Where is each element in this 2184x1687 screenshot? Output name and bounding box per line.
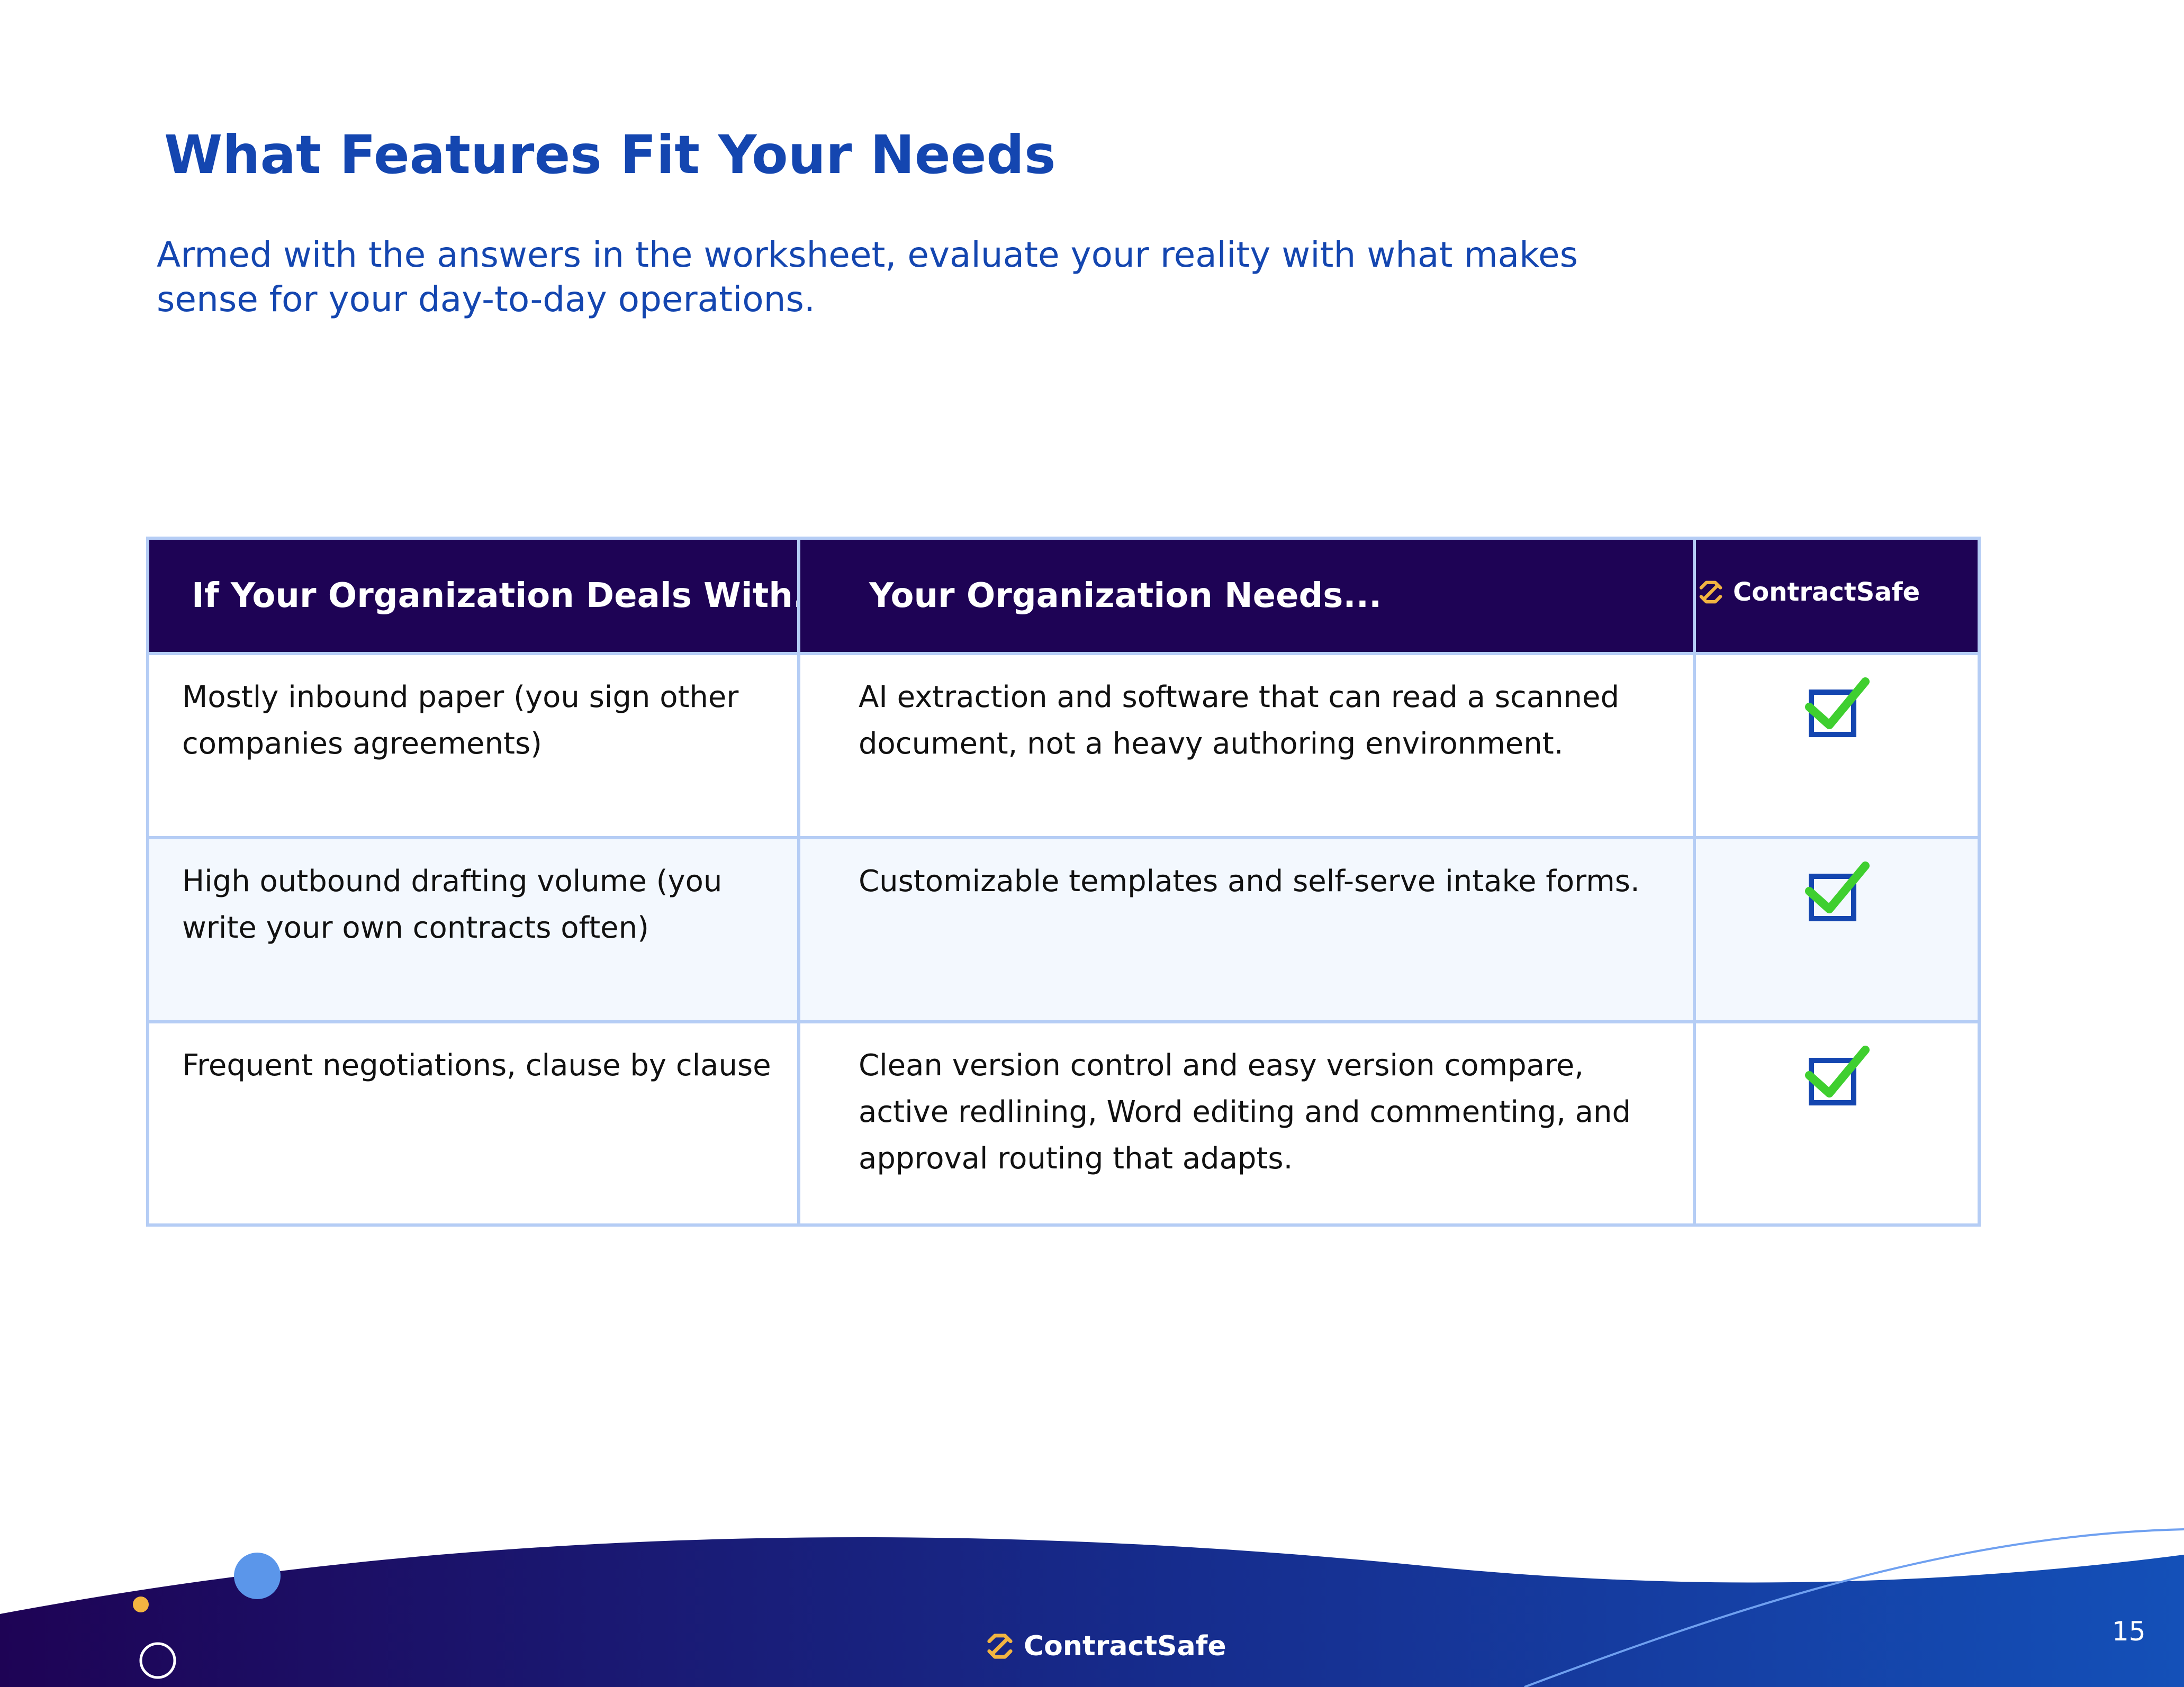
header-needs: Your Organization Needs... [797, 537, 1696, 655]
footer-logo: ContractSafe [983, 1630, 1226, 1663]
decor-gold-dot [133, 1597, 149, 1612]
table-header-row: If Your Organization Deals With... Your … [146, 537, 1981, 655]
table-row: Frequent negotiations, clause by clause … [146, 1020, 1981, 1227]
header-contractsafe: ContractSafe [1693, 537, 1981, 655]
checked-box-icon [1803, 1046, 1871, 1115]
check-cell [1693, 652, 1981, 839]
features-table: If Your Organization Deals With... Your … [146, 537, 1981, 1227]
deals-with-cell: Frequent negotiations, clause by clause [146, 1020, 800, 1227]
page-title: What Features Fit Your Needs [164, 124, 1056, 186]
check-cell [1693, 836, 1981, 1023]
contractsafe-logo-icon [987, 1634, 1013, 1659]
page-number: 15 [2112, 1616, 2146, 1647]
contractsafe-logo-icon [1699, 581, 1722, 604]
check-cell [1693, 1020, 1981, 1227]
header-deals-with: If Your Organization Deals With... [146, 537, 800, 655]
decor-blue-dot [234, 1553, 281, 1599]
needs-cell: AI extraction and software that can read… [797, 652, 1696, 839]
table-row: Mostly inbound paper (you sign other com… [146, 652, 1981, 839]
footer-logo-text: ContractSafe [1024, 1630, 1226, 1662]
needs-cell: Customizable templates and self-serve in… [797, 836, 1696, 1023]
checked-box-icon [1803, 861, 1871, 931]
table-row: High outbound drafting volume (you write… [146, 836, 1981, 1023]
needs-cell: Clean version control and easy version c… [797, 1020, 1696, 1227]
deals-with-cell: High outbound drafting volume (you write… [146, 836, 800, 1023]
deals-with-cell: Mostly inbound paper (you sign other com… [146, 652, 800, 839]
contractsafe-logo-text: ContractSafe [1733, 577, 1920, 607]
checked-box-icon [1803, 677, 1871, 747]
page-subtitle: Armed with the answers in the worksheet,… [157, 234, 1578, 320]
contractsafe-logo: ContractSafe [1698, 577, 1920, 607]
